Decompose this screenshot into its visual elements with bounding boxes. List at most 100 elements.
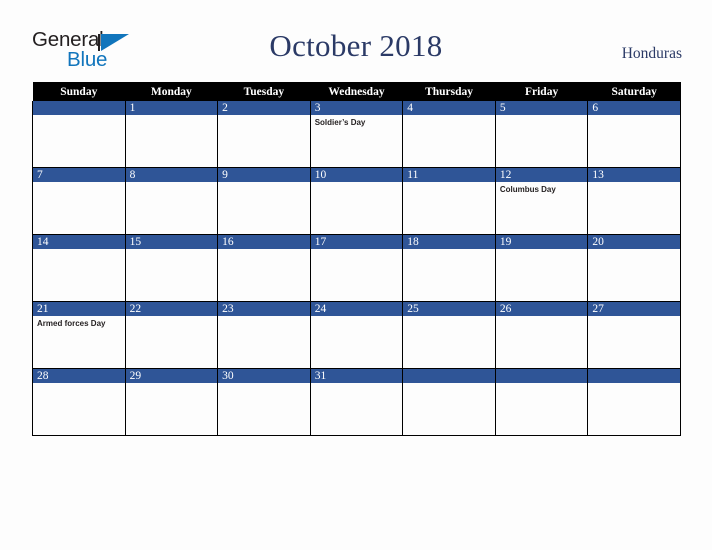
weekday-header-friday: Friday: [495, 82, 588, 101]
day-number: 21: [33, 302, 125, 316]
day-cell-content: 20: [588, 235, 680, 301]
day-cell-content: 3 Soldier’s Day: [310, 101, 403, 167]
day-cell-content: [33, 101, 125, 167]
calendar-day-cell[interactable]: 9: [217, 167, 311, 235]
day-number: 31: [310, 369, 403, 383]
calendar-day-cell[interactable]: 14: [32, 234, 126, 302]
day-cell-content: 9: [218, 168, 310, 234]
calendar-empty-cell: [587, 368, 681, 436]
calendar-day-cell[interactable]: 21 Armed forces Day: [32, 301, 126, 369]
country-label: Honduras: [621, 45, 682, 62]
calendar-day-cell[interactable]: 8: [124, 167, 219, 235]
day-cell-content: 28: [33, 369, 125, 435]
day-number: 12: [495, 168, 588, 182]
calendar-empty-cell: [32, 101, 126, 168]
day-number: 8: [125, 168, 218, 182]
day-cell-content: 22: [125, 302, 218, 368]
day-cell-content: 6: [588, 101, 680, 167]
day-cell-content: 21 Armed forces Day: [33, 302, 125, 368]
holiday-event-label: Columbus Day: [499, 185, 556, 194]
day-number: 19: [495, 235, 588, 249]
weekday-header-sunday: Sunday: [32, 82, 126, 101]
day-cell-content: 24: [310, 302, 403, 368]
calendar-day-cell[interactable]: 11: [402, 167, 496, 235]
day-cell-content: 14: [33, 235, 125, 301]
day-number: 6: [588, 101, 680, 115]
day-cell-content: 29: [125, 369, 218, 435]
calendar-day-cell[interactable]: 31: [309, 368, 404, 436]
day-cell-content: 1: [125, 101, 218, 167]
day-cell-content: 10: [310, 168, 403, 234]
calendar-day-cell[interactable]: 18: [402, 234, 496, 302]
day-cell-content: 17: [310, 235, 403, 301]
calendar-day-cell[interactable]: 13: [587, 167, 681, 235]
calendar-day-cell[interactable]: 17: [309, 234, 404, 302]
day-cell-content: 8: [125, 168, 218, 234]
calendar-day-cell[interactable]: 27: [587, 301, 681, 369]
calendar-grid: Sunday Monday Tuesday Wednesday Thursday Frid…: [32, 82, 681, 436]
calendar-day-cell[interactable]: 20: [587, 234, 681, 302]
calendar-day-cell[interactable]: 26: [494, 301, 589, 369]
day-cell-content: 11: [403, 168, 495, 234]
day-number: 13: [588, 168, 680, 182]
day-number: 15: [125, 235, 218, 249]
calendar-day-cell[interactable]: 30: [217, 368, 311, 436]
day-cell-content: 15: [125, 235, 218, 301]
calendar-week-row: 1 2 3 Soldier’s Day 4 5 6: [32, 101, 681, 168]
day-number: 5: [495, 101, 588, 115]
day-number: [33, 101, 125, 115]
day-number: 11: [403, 168, 495, 182]
calendar-day-cell[interactable]: 1: [124, 101, 219, 168]
day-number: [495, 369, 588, 383]
calendar-day-cell[interactable]: 12 Columbus Day: [494, 167, 589, 235]
calendar-day-cell[interactable]: 10: [309, 167, 404, 235]
day-cell-content: 23: [218, 302, 310, 368]
day-cell-content: 13: [588, 168, 680, 234]
day-cell-content: 5: [495, 101, 588, 167]
day-number: 17: [310, 235, 403, 249]
calendar-day-cell[interactable]: 4: [402, 101, 496, 168]
day-number: 26: [495, 302, 588, 316]
calendar-day-cell[interactable]: 28: [32, 368, 126, 436]
day-cell-content: 26: [495, 302, 588, 368]
calendar-week-row: 14 15 16 17 18 19 20: [32, 234, 681, 302]
day-number: [588, 369, 680, 383]
holiday-event-label: Soldier’s Day: [314, 118, 366, 127]
day-number: 23: [218, 302, 310, 316]
day-number: 7: [33, 168, 125, 182]
calendar-day-cell[interactable]: 7: [32, 167, 126, 235]
day-number: 10: [310, 168, 403, 182]
calendar-day-cell[interactable]: 19: [494, 234, 589, 302]
day-number: 25: [403, 302, 495, 316]
weekday-header-saturday: Saturday: [587, 82, 681, 101]
calendar-day-cell[interactable]: 6: [587, 101, 681, 168]
calendar-day-cell[interactable]: 5: [494, 101, 589, 168]
day-cell-content: [495, 369, 588, 435]
calendar-day-cell[interactable]: 15: [124, 234, 219, 302]
day-number: 2: [218, 101, 310, 115]
calendar-day-cell[interactable]: 25: [402, 301, 496, 369]
page-header: General Blue October 2018 Honduras: [0, 0, 712, 82]
calendar-day-cell[interactable]: 24: [309, 301, 404, 369]
calendar-day-cell[interactable]: 29: [124, 368, 219, 436]
page-title: October 2018: [269, 28, 443, 63]
day-cell-content: 16: [218, 235, 310, 301]
calendar-day-cell[interactable]: 16: [217, 234, 311, 302]
day-cell-content: 19: [495, 235, 588, 301]
day-number: 27: [588, 302, 680, 316]
day-number: 30: [218, 369, 310, 383]
day-number: 3: [310, 101, 403, 115]
calendar-header-row: Sunday Monday Tuesday Wednesday Thursday Frid…: [32, 82, 681, 101]
day-number: [403, 369, 495, 383]
day-number: 9: [218, 168, 310, 182]
calendar-day-cell[interactable]: 22: [124, 301, 219, 369]
calendar-day-cell[interactable]: 2: [217, 101, 311, 168]
day-number: 28: [33, 369, 125, 383]
day-number: 24: [310, 302, 403, 316]
calendar-day-cell[interactable]: 3 Soldier’s Day: [309, 101, 404, 168]
day-cell-content: 4: [403, 101, 495, 167]
day-number: 16: [218, 235, 310, 249]
calendar-empty-cell: [494, 368, 589, 436]
calendar-day-cell[interactable]: 23: [217, 301, 311, 369]
day-number: 22: [125, 302, 218, 316]
